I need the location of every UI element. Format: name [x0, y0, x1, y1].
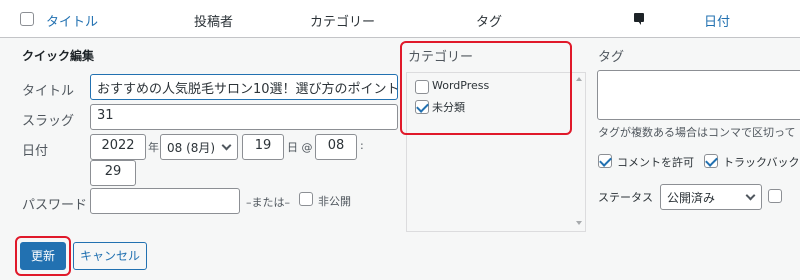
tag-column-header: タグ — [476, 15, 503, 30]
tags-help-text: タグが複数ある場合はコンマで区切って — [598, 126, 796, 139]
day-suffix: 日 @ — [287, 141, 313, 154]
tag-section-label: タグ — [598, 50, 625, 65]
year-suffix: 年 — [148, 141, 159, 154]
scroll-up-icon[interactable] — [576, 77, 582, 81]
hour-input[interactable]: 08 — [315, 134, 357, 160]
chevron-down-icon — [221, 140, 232, 151]
allow-trackback-label: トラックバック — [723, 156, 800, 169]
minute-input[interactable]: 29 — [90, 160, 136, 186]
password-label: パスワード — [22, 198, 88, 213]
chevron-down-icon — [745, 190, 756, 201]
posts-table-header: タイトル 投稿者 カテゴリー タグ 日付 — [0, 0, 800, 38]
time-colon: : — [360, 139, 364, 152]
or-text: –または– — [246, 196, 290, 209]
date-label: 日付 — [22, 144, 49, 159]
slug-label: スラッグ — [22, 114, 75, 129]
title-input[interactable]: おすすめの人気脱毛サロン10選！選び方のポイントや — [90, 74, 398, 100]
scroll-down-icon[interactable] — [576, 221, 582, 225]
category-column-header: カテゴリー — [310, 15, 376, 30]
year-input[interactable]: 2022 — [90, 134, 146, 160]
allow-trackback-checkbox[interactable] — [704, 154, 718, 168]
title-label: タイトル — [22, 84, 75, 99]
cancel-button[interactable]: キャンセル — [73, 242, 147, 270]
author-column-header: 投稿者 — [194, 15, 234, 30]
allow-comments-label: コメントを許可 — [617, 156, 694, 169]
private-label: 非公開 — [318, 195, 351, 208]
allow-comments-checkbox[interactable] — [598, 154, 612, 168]
sticky-checkbox[interactable] — [768, 189, 782, 203]
password-input[interactable] — [90, 188, 240, 214]
select-all-checkbox[interactable] — [20, 12, 34, 26]
month-select[interactable]: 08 (8月) — [160, 134, 238, 160]
slug-input[interactable]: 31 — [90, 104, 398, 130]
status-label: ステータス — [598, 191, 653, 204]
day-input[interactable]: 19 — [242, 134, 284, 160]
quick-edit-title: クイック編集 — [22, 49, 95, 63]
title-column-header[interactable]: タイトル — [46, 11, 98, 30]
tags-textarea[interactable] — [597, 70, 800, 120]
status-select[interactable]: 公開済み — [660, 184, 762, 210]
highlight-category-box — [400, 41, 572, 135]
private-checkbox[interactable] — [299, 192, 313, 206]
comment-icon — [634, 13, 644, 25]
month-select-value: 08 (8月) — [167, 141, 216, 155]
date-column-header[interactable]: 日付 — [704, 11, 730, 30]
status-select-value: 公開済み — [667, 191, 716, 205]
highlight-update-box — [15, 236, 71, 276]
